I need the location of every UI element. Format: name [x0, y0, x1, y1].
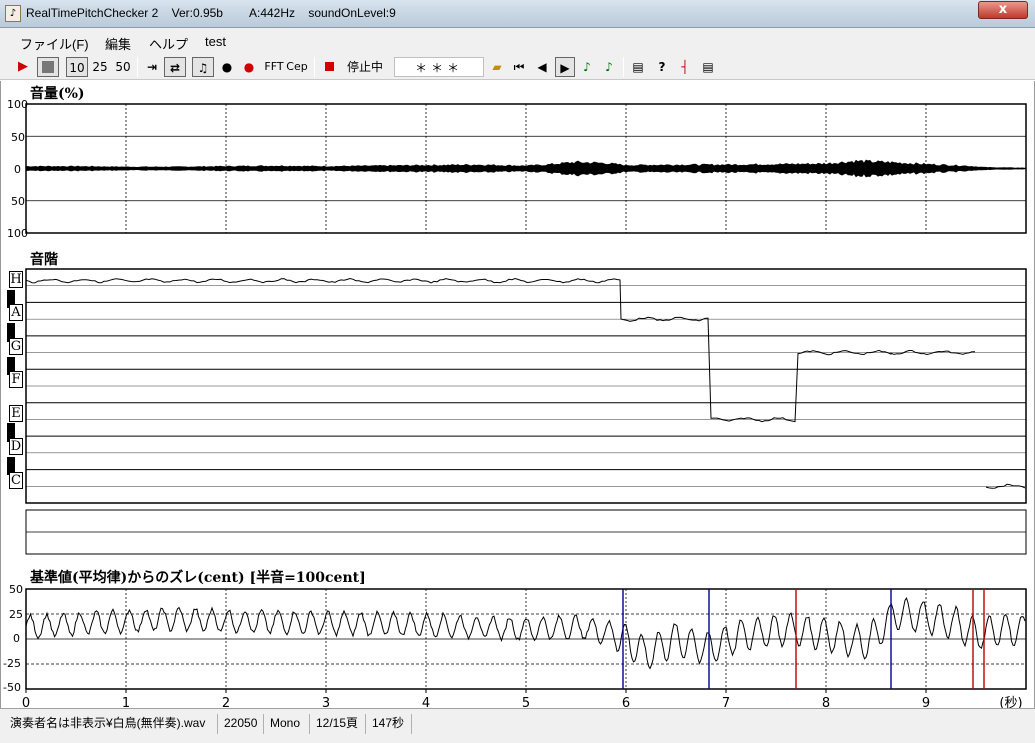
- window-title: RealTimePitchChecker 2 Ver:0.95b A:442Hz…: [26, 6, 396, 20]
- time-tick-label: 0: [22, 696, 30, 708]
- speed-10-button[interactable]: 10: [66, 57, 88, 77]
- instrument-icon[interactable]: ♫: [192, 57, 214, 77]
- skip-start-icon[interactable]: ⏮: [510, 57, 528, 77]
- status-text: 停止中: [346, 60, 383, 74]
- speed-50-button[interactable]: 50: [112, 57, 134, 77]
- folder-open-icon[interactable]: ▰: [488, 57, 506, 77]
- pitch-charts: 0 1 2 3 4 5 6 7 8 9 (秒): [22, 103, 1027, 708]
- fft-button[interactable]: FFT: [263, 57, 285, 77]
- time-tick-label: 6: [622, 696, 630, 708]
- jump-end-icon[interactable]: ⇥: [143, 57, 161, 77]
- menu-file[interactable]: ファイル(F): [20, 34, 89, 53]
- status-filename: 演奏者名は非表示¥白鳥(無伴奏).wav: [6, 714, 218, 734]
- stop-icon: [42, 61, 54, 73]
- title-bar: ♪ RealTimePitchChecker 2 Ver:0.95b A:442…: [0, 0, 1035, 28]
- stop-button[interactable]: [37, 57, 59, 77]
- prev-icon[interactable]: ◀: [533, 57, 551, 77]
- menu-help[interactable]: ヘルプ: [149, 34, 188, 53]
- app-icon: ♪: [5, 5, 21, 22]
- printer-icon[interactable]: ▤: [699, 57, 717, 77]
- status-samplerate: 22050: [220, 714, 264, 734]
- time-tick-label: 4: [422, 696, 430, 708]
- stars-display: ＊＊＊: [394, 57, 484, 77]
- print-icon[interactable]: ▤: [629, 57, 647, 77]
- speed-25-button[interactable]: 25: [89, 57, 111, 77]
- volume-waveform: [25, 159, 1027, 178]
- help-icon[interactable]: ?: [653, 57, 671, 77]
- play-icon[interactable]: ▶: [14, 57, 32, 77]
- time-unit-label: (秒): [999, 696, 1022, 708]
- time-tick-label: 2: [222, 696, 230, 708]
- menu-test[interactable]: test: [205, 34, 226, 49]
- time-tick-label: 5: [522, 696, 530, 708]
- menu-edit[interactable]: 編集: [105, 34, 131, 53]
- note-alt-icon[interactable]: ♪: [601, 57, 617, 77]
- time-tick-label: 7: [722, 696, 730, 708]
- cep-button[interactable]: Cep: [286, 57, 308, 77]
- status-channels: Mono: [266, 714, 310, 734]
- time-tick-label: 3: [322, 696, 330, 708]
- note-icon[interactable]: ♪: [579, 57, 595, 77]
- record-icon[interactable]: [321, 57, 337, 77]
- toolbar: ▶ 10 25 50 ⇥ ⇄ ♫ ● ● FFT Cep 停止中 ＊＊＊ ▰ ⏮…: [0, 54, 1035, 80]
- marker-icon[interactable]: ┤: [676, 57, 694, 77]
- pitch-trace: [25, 277, 1026, 489]
- cent-trace: [25, 596, 1026, 670]
- menu-bar: ファイル(F) 編集 ヘルプ test: [0, 28, 1035, 54]
- main-panel: 音量(%) 100 50 0 50 100 音階 HAGFEDC 基準値(平均律…: [0, 81, 1035, 708]
- time-tick-label: 8: [822, 696, 830, 708]
- status-duration: 147秒: [368, 714, 412, 734]
- person-red-icon[interactable]: ●: [240, 57, 258, 77]
- person-icon[interactable]: ●: [218, 57, 236, 77]
- status-bar: 演奏者名は非表示¥白鳥(無伴奏).wav 22050 Mono 12/15頁 1…: [0, 708, 1035, 743]
- status-page: 12/15頁: [312, 714, 366, 734]
- time-tick-label: 1: [122, 696, 130, 708]
- time-tick-label: 9: [922, 696, 930, 708]
- close-button[interactable]: x: [978, 1, 1028, 19]
- next-icon[interactable]: ▶: [555, 57, 575, 77]
- loop-icon[interactable]: ⇄: [164, 57, 186, 77]
